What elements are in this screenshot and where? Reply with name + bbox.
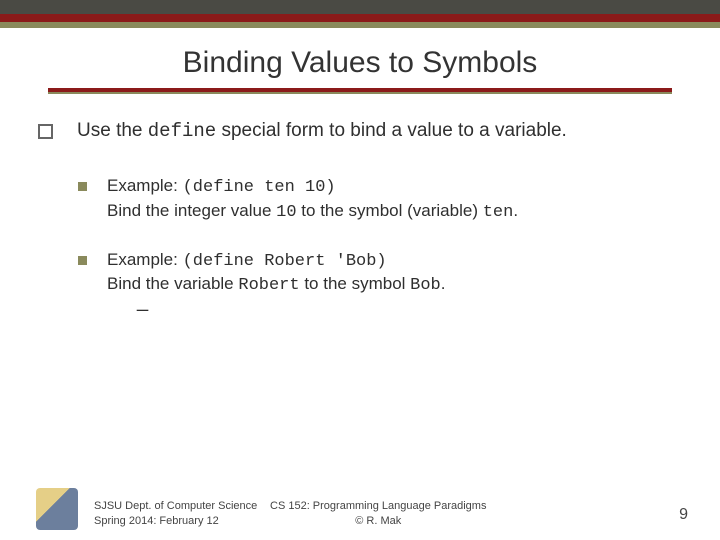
ex1-desc-code1: 10 [276,203,296,222]
footer-left-line2: Spring 2014: February 12 [94,515,219,527]
sub-bullets: Example: (define ten 10) Bind the intege… [78,175,682,316]
example-2: Example: (define Robert 'Bob) Bind the v… [78,249,682,316]
bullet-open-icon [38,124,53,139]
main-text-code: define [148,120,216,142]
bullet-solid-icon [78,182,87,191]
title-underline [48,88,672,92]
main-text-post: special form to bind a value to a variab… [216,120,567,141]
footer-center-line1: CS 152: Programming Language Paradigms [270,500,486,512]
bullet-solid-icon [78,256,87,265]
main-text-pre: Use the [77,120,148,141]
sjsu-logo [36,488,78,530]
ex2-code: (define Robert 'Bob) [183,252,387,271]
example-1: Example: (define ten 10) Bind the intege… [78,175,682,225]
footer-center: CS 152: Programming Language Paradigms ©… [270,499,486,528]
slide-content: Use the define special form to bind a va… [38,118,682,339]
ex1-label: Example: [107,176,183,195]
ex2-desc-code2: Bob [410,276,441,295]
footer-center-line2: © R. Mak [355,515,401,527]
top-border [0,0,720,28]
ex2-desc-code1: Robert [238,276,299,295]
ex2-desc-mid: to the symbol [300,274,411,293]
ex2-label: Example: [107,250,183,269]
ex1-desc-pre: Bind the integer value [107,201,276,220]
main-bullet: Use the define special form to bind a va… [38,118,682,145]
slide: Binding Values to Symbols Use the define… [0,0,720,540]
slide-title: Binding Values to Symbols [0,46,720,80]
page-number: 9 [679,506,688,524]
ex1-desc-code2: ten [483,203,514,222]
ex2-desc-pre: Bind the variable [107,274,238,293]
ex1-code: (define ten 10) [183,178,336,197]
footer-left-line1: SJSU Dept. of Computer Science [94,500,257,512]
ex1-desc-mid: to the symbol (variable) [297,201,483,220]
footer-left: SJSU Dept. of Computer Science Spring 20… [94,499,257,528]
ex2-desc-post: . [441,274,446,293]
ex1-desc-post: . [513,201,518,220]
